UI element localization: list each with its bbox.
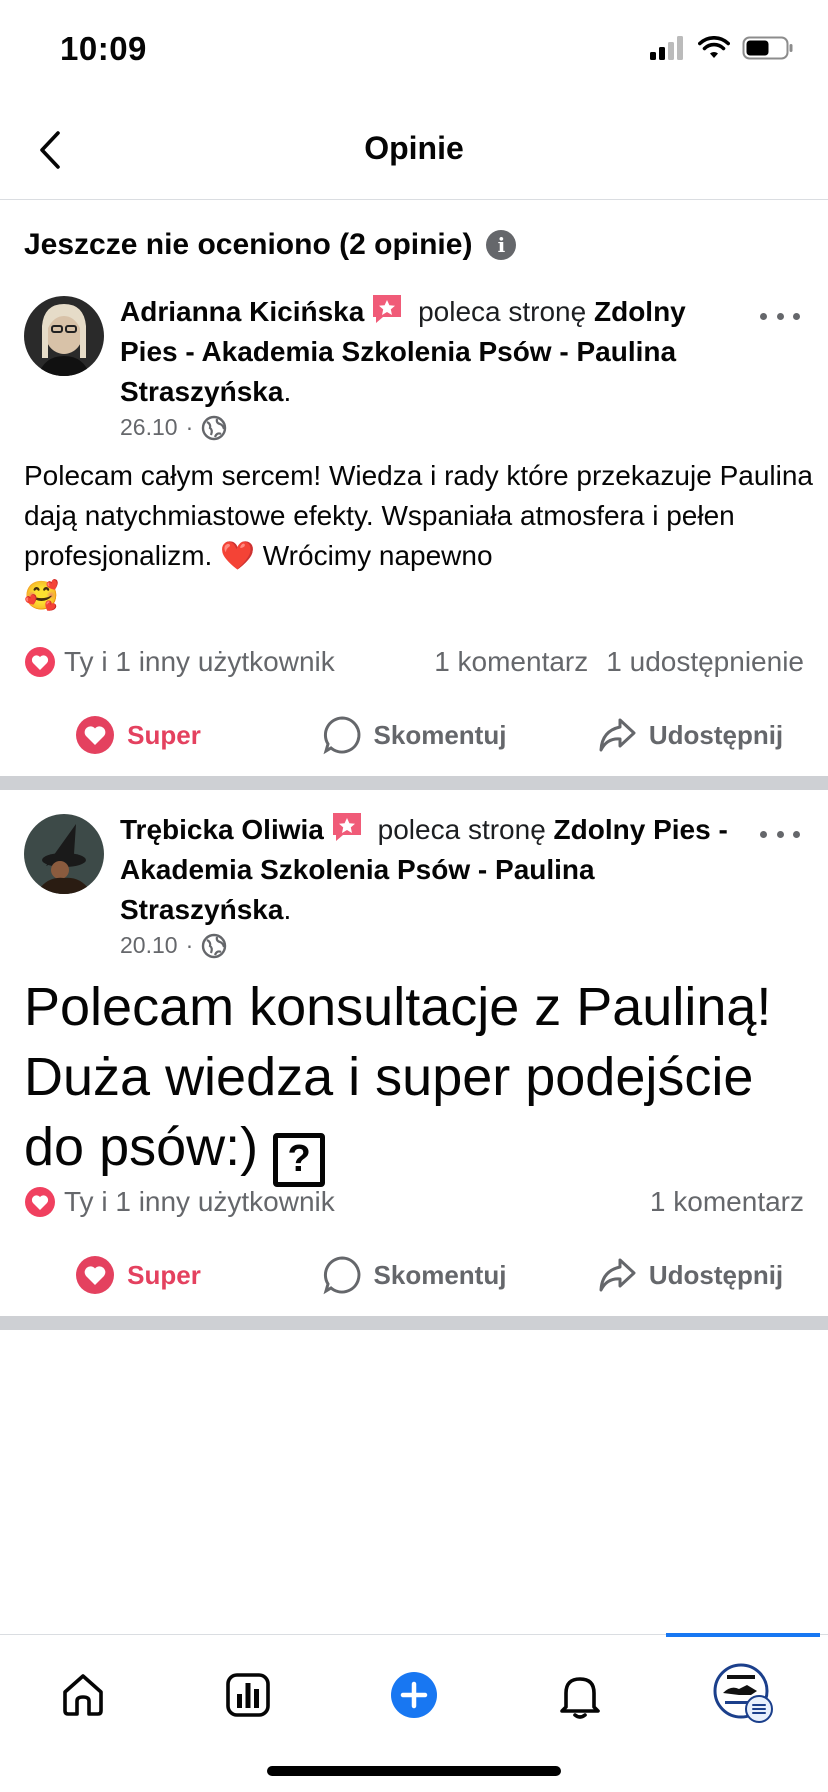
battery-icon	[742, 36, 793, 60]
post-header: Adrianna Kicińska poleca stronę Zdolny P…	[120, 292, 740, 412]
share-button[interactable]: Udostępnij	[552, 715, 828, 755]
recommendation-badge-icon	[373, 295, 402, 323]
shares-count[interactable]: 1 udostępnienie	[606, 646, 804, 678]
home-icon	[62, 1673, 103, 1716]
reactions-bar: Ty i 1 inny użytkownik 1 komentarz	[24, 1186, 804, 1218]
post-body: Polecam całym sercem! Wiedza i rady któr…	[24, 456, 814, 616]
comments-count[interactable]: 1 komentarz	[650, 1186, 804, 1218]
home-indicator	[267, 1766, 561, 1776]
avatar-image	[24, 296, 104, 376]
reviews-screen: 10:09 Opinie Jeszcze nie oceniono (2 opi…	[0, 0, 828, 1792]
reactions-bar: Ty i 1 inny użytkownik 1 komentarz 1 udo…	[24, 646, 804, 678]
page-title: Opinie	[364, 130, 464, 166]
avatar[interactable]	[24, 814, 104, 894]
super-label: Super	[127, 719, 201, 750]
unknown-glyph-box: ?	[273, 1133, 326, 1187]
post-meta: 20.10 ·	[120, 932, 227, 959]
profile-avatar	[713, 1663, 774, 1723]
comment-icon	[323, 716, 360, 755]
bottom-tab-bar	[0, 1633, 828, 1734]
post-date[interactable]: 26.10	[120, 414, 178, 441]
status-time: 10:09	[60, 30, 147, 67]
status-bar: 10:09	[0, 0, 828, 100]
comments-count[interactable]: 1 komentarz	[434, 646, 588, 678]
post-date[interactable]: 20.10	[120, 932, 178, 959]
status-icons	[650, 36, 794, 60]
share-label: Udostępnij	[648, 719, 784, 750]
post-text: Polecam konsultacje z Pauliną! Duża wied…	[24, 977, 772, 1177]
info-icon[interactable]: i	[486, 230, 517, 260]
comment-button[interactable]: Skomentuj	[276, 715, 552, 755]
reactions-summary[interactable]: Ty i 1 inny użytkownik	[64, 646, 335, 678]
love-reaction-icon	[25, 647, 55, 677]
recommends-text: poleca stronę	[377, 814, 546, 845]
heart-icon	[76, 716, 115, 754]
more-options-button[interactable]	[760, 306, 800, 326]
section-title: Jeszcze nie oceniono (2 opinie) i	[24, 228, 517, 262]
share-icon	[599, 1258, 636, 1292]
recommendation-badge-icon	[332, 813, 361, 841]
avatar[interactable]	[24, 296, 104, 376]
header: Opinie	[0, 100, 828, 200]
comment-label: Skomentuj	[373, 1259, 507, 1290]
super-button[interactable]: Super	[0, 1255, 276, 1295]
heart-emoji: ❤️	[220, 540, 255, 571]
share-label: Udostępnij	[648, 1259, 784, 1290]
love-reaction-icon	[25, 1187, 55, 1217]
share-icon	[599, 718, 636, 752]
separator-dot: ·	[185, 932, 194, 958]
heart-icon	[76, 1256, 115, 1294]
avatar-image	[24, 814, 104, 894]
post-meta: 26.10 ·	[120, 414, 227, 441]
post-header: Trębicka Oliwia poleca stronę Zdolny Pie…	[120, 810, 740, 930]
super-label: Super	[127, 1259, 201, 1290]
tab-notifications[interactable]	[497, 1635, 663, 1734]
globe-icon	[202, 933, 227, 958]
recommends-text: poleca stronę	[418, 296, 587, 327]
reactions-summary[interactable]: Ty i 1 inny użytkownik	[64, 1186, 335, 1218]
post-divider	[0, 776, 828, 790]
create-icon	[390, 1671, 437, 1718]
post-body: Polecam konsultacje z Pauliną! Duża wied…	[24, 972, 814, 1187]
unknown-glyph-text: ?	[287, 1138, 311, 1180]
post-actions: Super Skomentuj Udostępnij	[0, 700, 828, 770]
period: .	[283, 894, 292, 925]
notifications-icon	[559, 1676, 600, 1719]
wifi-icon	[698, 36, 730, 58]
share-button[interactable]: Udostępnij	[552, 1255, 828, 1295]
section-title-text: Jeszcze nie oceniono (2 opinie)	[24, 228, 473, 261]
insights-icon	[226, 1672, 271, 1717]
globe-icon	[202, 415, 227, 440]
comment-button[interactable]: Skomentuj	[276, 1255, 552, 1295]
more-options-button[interactable]	[760, 824, 800, 844]
signal-icon	[650, 36, 683, 60]
tab-profile[interactable]	[662, 1635, 828, 1734]
author-name[interactable]: Trębicka Oliwia	[120, 814, 324, 845]
comment-label: Skomentuj	[373, 719, 507, 750]
smiling-hearts-emoji: 🥰	[24, 580, 59, 611]
tab-insights[interactable]	[166, 1635, 332, 1734]
author-name[interactable]: Adrianna Kicińska	[120, 296, 364, 327]
comment-icon	[323, 1256, 360, 1295]
active-tab-indicator	[666, 1633, 820, 1637]
tab-home[interactable]	[0, 1635, 166, 1734]
tab-create[interactable]	[331, 1635, 497, 1734]
post-divider	[0, 1316, 828, 1330]
super-button[interactable]: Super	[0, 715, 276, 755]
post-text-continued: Wrócimy napewno	[262, 540, 493, 571]
post-actions: Super Skomentuj Udostępnij	[0, 1240, 828, 1310]
separator-dot: ·	[185, 414, 194, 440]
period: .	[283, 376, 292, 407]
